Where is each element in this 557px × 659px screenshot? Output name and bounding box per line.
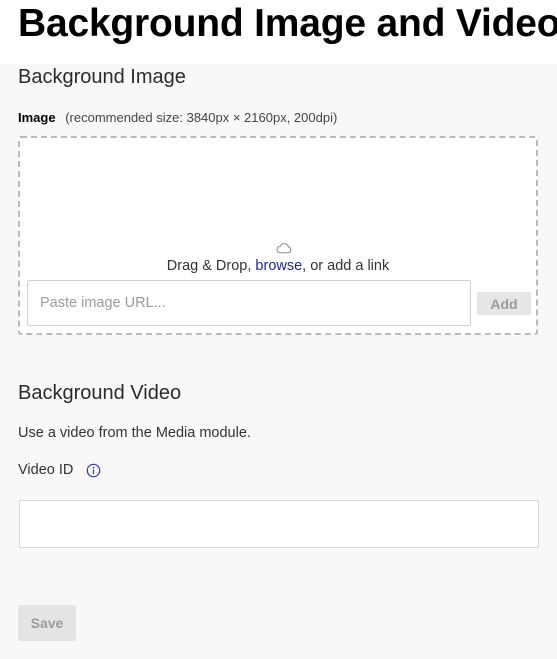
background-image-section-title: Background Image	[18, 66, 186, 88]
image-url-input[interactable]	[27, 280, 471, 326]
save-button[interactable]: Save	[18, 605, 76, 641]
page-header: Background Image and Video	[0, 0, 557, 64]
image-field-label-row: Image (recommended size: 3840px × 2160px…	[18, 110, 337, 125]
add-url-button[interactable]: Add	[477, 292, 531, 315]
cloud-icon	[276, 243, 292, 254]
video-id-label: Video ID	[18, 462, 74, 478]
drop-text-after: , or add a link	[302, 258, 390, 274]
image-dropzone[interactable]: Drag & Drop, browse, or add a link Add	[18, 136, 538, 335]
background-video-section-title: Background Video	[18, 382, 182, 404]
info-icon[interactable]	[86, 463, 101, 478]
video-id-input[interactable]	[19, 500, 539, 548]
drop-text-before: Drag & Drop,	[166, 258, 256, 274]
page-title: Background Image and Video	[18, 2, 557, 45]
video-description: Use a video from the Media module.	[18, 425, 251, 441]
image-size-hint: (recommended size: 3840px × 2160px, 200d…	[65, 110, 338, 125]
dropzone-instructions: Drag & Drop, browse, or add a link	[20, 258, 536, 274]
browse-link[interactable]: browse	[255, 258, 302, 274]
image-field-label: Image	[18, 110, 56, 125]
